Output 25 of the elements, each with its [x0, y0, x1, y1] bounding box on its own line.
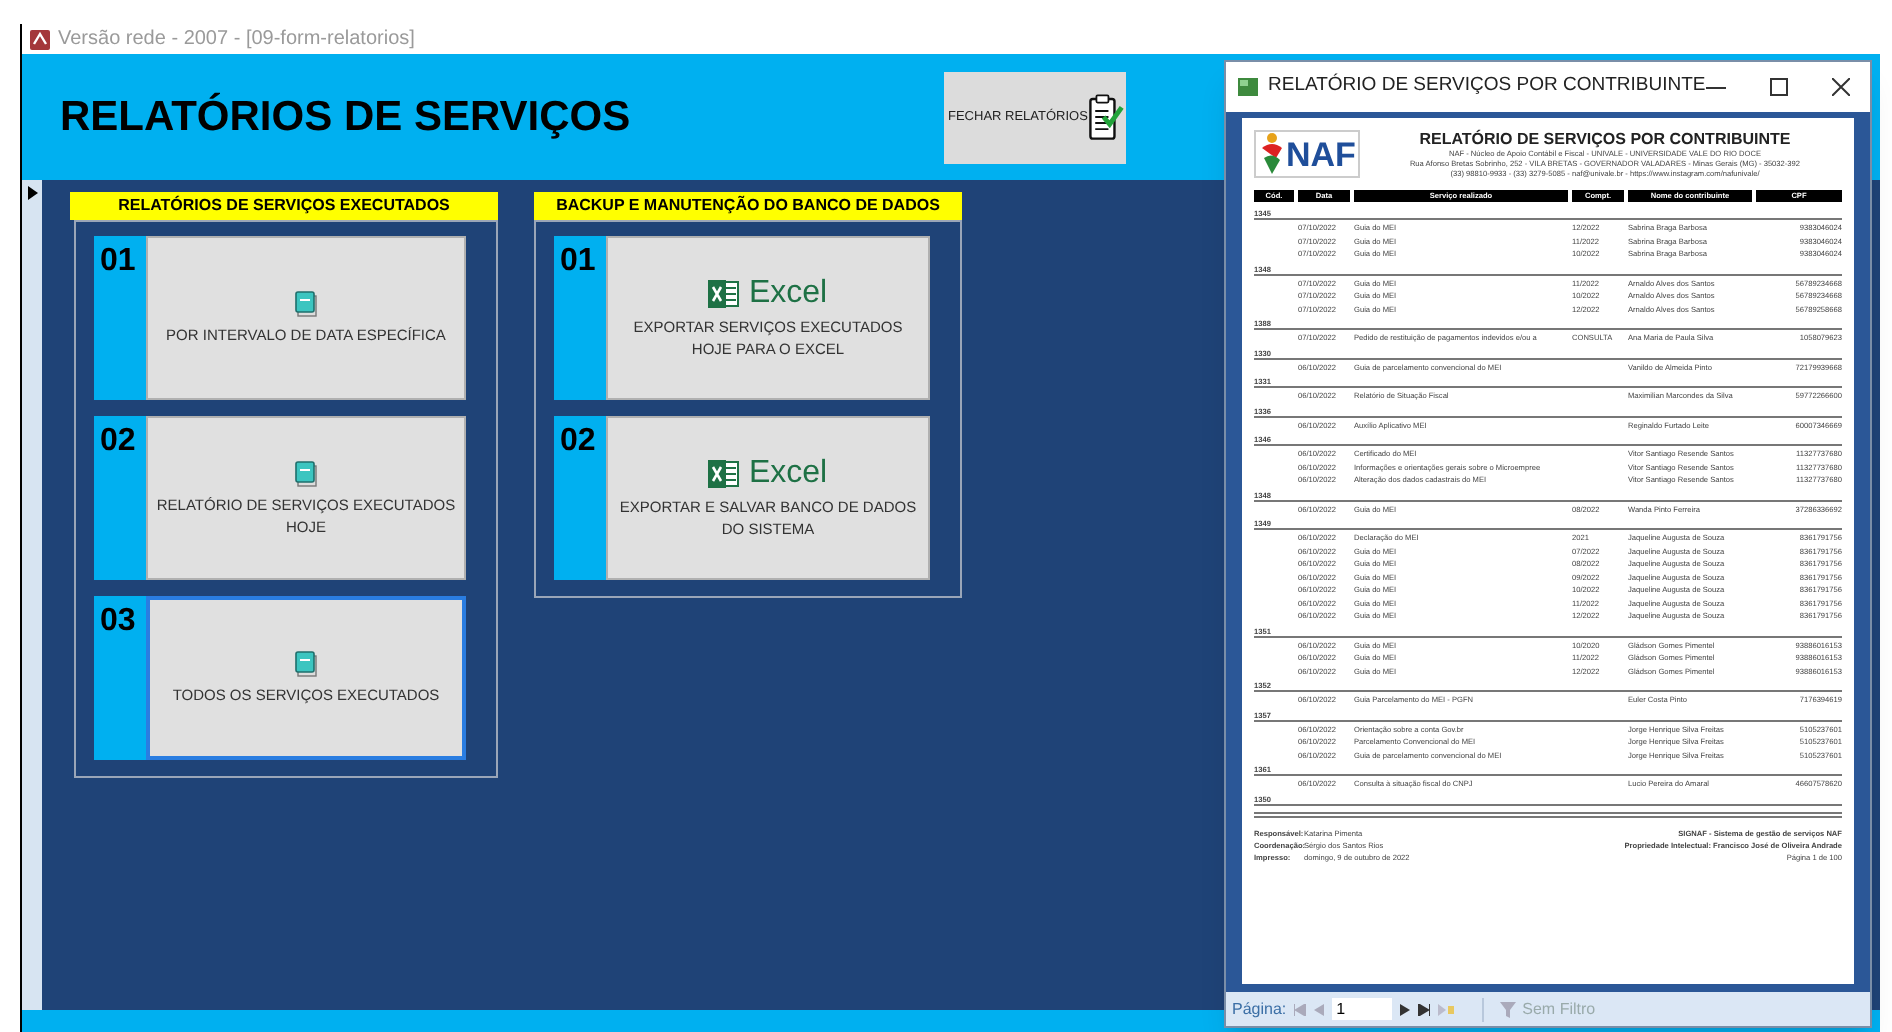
spreadsheet-icon [708, 277, 741, 309]
app-icon [30, 29, 50, 49]
report-icon [1238, 78, 1258, 96]
spreadsheet-icon [708, 457, 741, 489]
next-page-icon[interactable] [1400, 1003, 1411, 1015]
last-page-icon[interactable] [1418, 1003, 1431, 1015]
report-title: RELATÓRIO DE SERVIÇOS POR CONTRIBUINTE [1419, 130, 1791, 148]
close-icon[interactable] [1832, 78, 1850, 96]
page-label: Página: [1232, 997, 1287, 1021]
excel-label: Excel [748, 277, 828, 309]
notebook-icon [294, 650, 318, 678]
filter-icon [1500, 1001, 1517, 1017]
minimize-icon[interactable] [1706, 85, 1726, 89]
excel-label: Excel [748, 457, 828, 489]
naf-logo: NAF [1254, 130, 1360, 178]
record-selector-icon[interactable] [27, 186, 37, 200]
window-title: Versão rede - 2007 - [09-form-relatorios] [58, 26, 415, 54]
group-heading: RELATÓRIOS DE SERVIÇOS EXECUTADOS [70, 192, 498, 220]
notebook-icon [294, 459, 318, 487]
page-title: RELATÓRIOS DE SERVIÇOS [60, 90, 631, 144]
page-number-field[interactable]: 1 [1332, 998, 1393, 1020]
maximize-icon[interactable] [1770, 78, 1788, 96]
notebook-icon [294, 290, 318, 318]
report-window-title: RELATÓRIO DE SERVIÇOS POR CONTRIBUINTE [1268, 72, 1706, 101]
group-heading: BACKUP E MANUTENÇÃO DO BANCO DE DADOS [534, 192, 962, 220]
